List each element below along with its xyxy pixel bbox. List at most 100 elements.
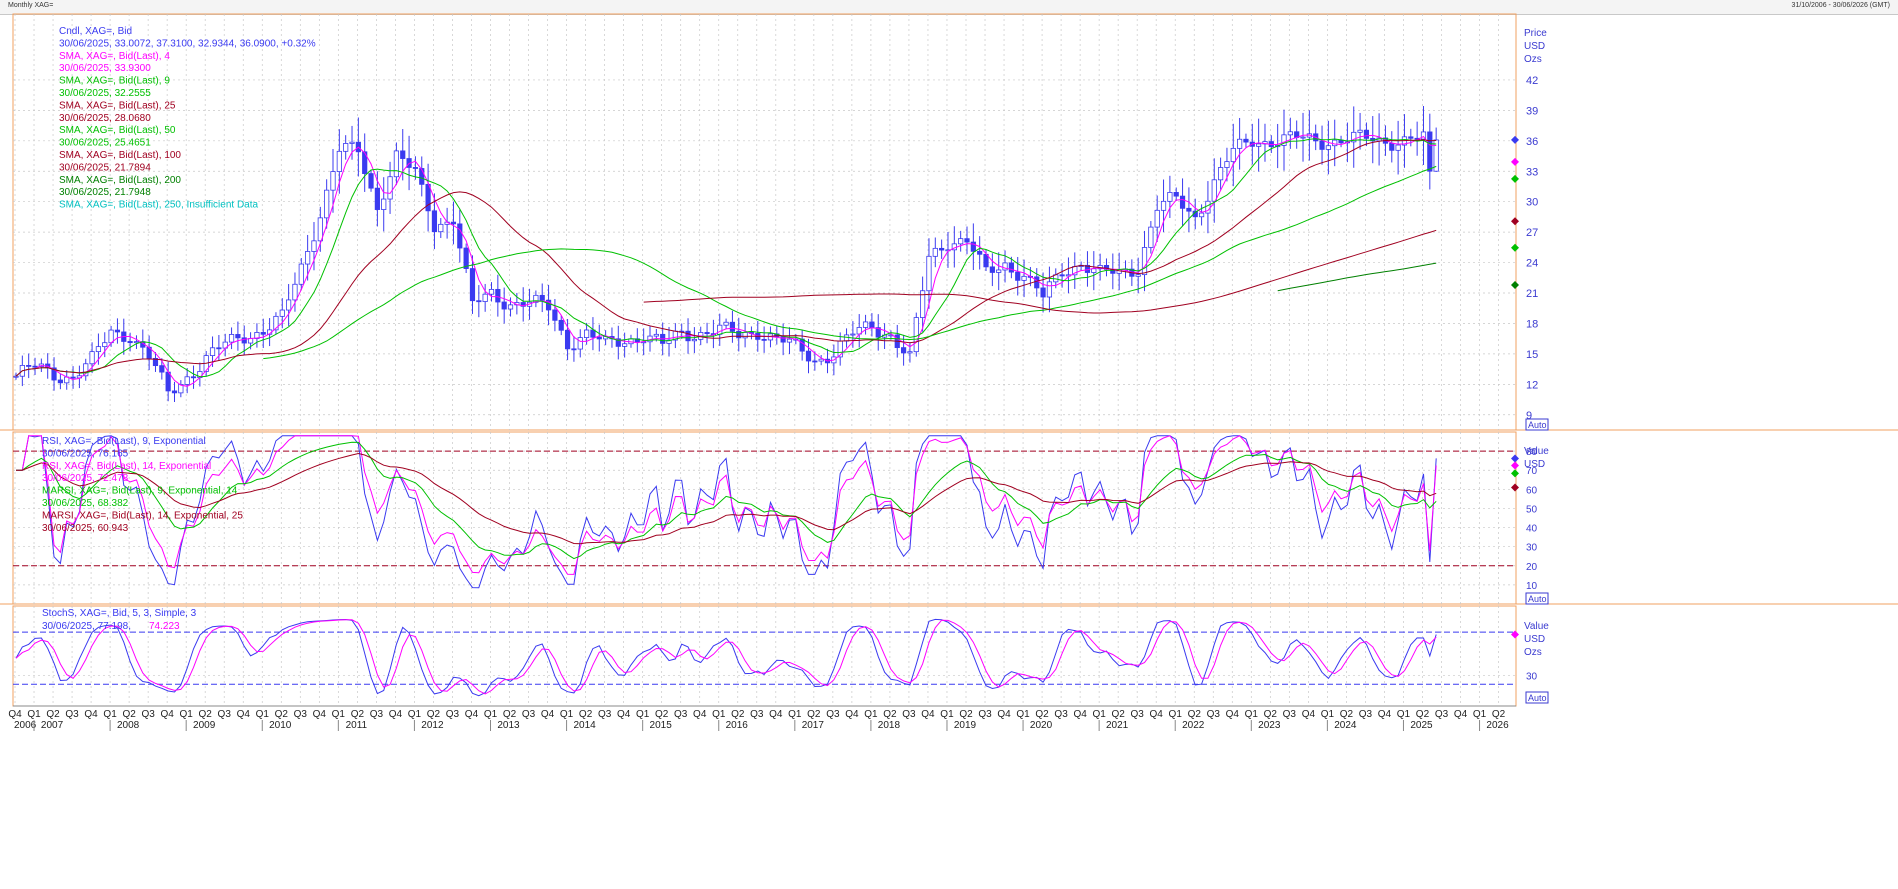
quarter-label: Q3 — [370, 709, 384, 720]
quarter-label: Q4 — [1302, 709, 1316, 720]
candle-body — [1230, 147, 1236, 163]
year-label: 2008 — [117, 720, 140, 731]
candle-body — [850, 333, 856, 336]
candle-body — [1408, 136, 1414, 139]
candle-body — [235, 334, 241, 339]
candle-body — [57, 379, 63, 384]
rsi-legend-label: MARSI, XAG=, Bid(Last), 9, Exponential, … — [42, 486, 238, 497]
quarter-label: Q1 — [27, 709, 41, 720]
candle-body — [70, 376, 76, 379]
candles-group — [13, 106, 1439, 402]
candle-body — [926, 255, 932, 292]
quarter-label: Q4 — [1073, 709, 1087, 720]
candle-body — [843, 334, 850, 342]
quarter-label: Q3 — [978, 709, 992, 720]
candle-body — [425, 183, 431, 212]
quarter-label: Q3 — [65, 709, 79, 720]
candle-body — [482, 293, 488, 302]
candle-body — [723, 321, 729, 326]
quarter-label: Q2 — [959, 709, 973, 720]
candle-body — [387, 176, 393, 200]
candle-body — [349, 141, 355, 144]
candle-body — [812, 360, 818, 363]
quarter-label: Q4 — [84, 709, 98, 720]
stoch-legend-label: StochS, XAG=, Bid, 5, 3, Simple, 3 — [42, 608, 197, 619]
price-tick-label: 36 — [1526, 136, 1538, 148]
quarter-label: Q3 — [218, 709, 232, 720]
rsi-tick-label: 60 — [1526, 485, 1538, 496]
candle-body — [1173, 192, 1179, 197]
price-legend-value: 30/06/2025, 21.7948 — [59, 187, 151, 198]
candle-body — [89, 351, 95, 365]
candle-body — [1198, 212, 1205, 218]
stoch-axis-header: USD — [1524, 634, 1545, 645]
candle-body — [862, 321, 869, 328]
candle-body — [564, 329, 571, 350]
price-tick-label: 12 — [1526, 379, 1538, 391]
candle-body — [114, 329, 121, 333]
close-marker — [1511, 135, 1519, 144]
stoch-tick-label: 30 — [1526, 672, 1538, 683]
stoch-axis-header: Ozs — [1524, 647, 1542, 658]
candle-body — [691, 338, 697, 342]
stoch-axis-header: Value — [1524, 621, 1549, 632]
quarter-label: Q3 — [522, 709, 536, 720]
quarter-label: Q1 — [1245, 709, 1259, 720]
year-label: 2022 — [1182, 720, 1205, 731]
quarter-label: Q3 — [598, 709, 612, 720]
stoch-legend-value-k: 30/06/2025, 77.198, — [42, 621, 131, 632]
candle-body — [939, 247, 945, 251]
candle-body — [13, 375, 19, 378]
candle-body — [1135, 274, 1141, 277]
candle-body — [438, 223, 444, 233]
candle-body — [1243, 138, 1249, 143]
quarter-label: Q1 — [712, 709, 726, 720]
price-legend-value: 30/06/2025, 21.7894 — [59, 162, 151, 173]
candle-body — [1287, 131, 1293, 136]
year-label: 2010 — [269, 720, 292, 731]
candle-body — [1389, 142, 1395, 151]
quarter-label: Q3 — [1207, 709, 1221, 720]
price-chart-svg[interactable]: 91215182124273033363942PriceUSDOzsAuto10… — [0, 0, 1898, 889]
quarter-label: Q3 — [294, 709, 308, 720]
candle-body — [1015, 271, 1021, 281]
rsi-tick-label: 40 — [1526, 524, 1538, 535]
quarter-label: Q2 — [1416, 709, 1430, 720]
candle-body — [216, 347, 222, 350]
candle-body — [476, 300, 482, 303]
quarter-label: Q1 — [180, 709, 194, 720]
candle-body — [171, 390, 178, 394]
quarter-label: Q1 — [864, 709, 878, 720]
candle-body — [717, 324, 723, 335]
quarter-label: Q3 — [902, 709, 916, 720]
quarter-label: Q4 — [845, 709, 859, 720]
rsi-legend-value: 30/06/2025, 72.478 — [42, 473, 129, 484]
auto-scale-label: Auto — [1528, 594, 1547, 604]
rsi-legend-value: 30/06/2025, 68.382 — [42, 498, 129, 509]
candle-body — [374, 187, 380, 210]
quarter-label: Q4 — [1378, 709, 1392, 720]
candle-body — [190, 376, 197, 379]
quarter-label: Q4 — [997, 709, 1011, 720]
candle-body — [761, 338, 767, 341]
year-label: 2006 — [14, 720, 37, 731]
candle-body — [584, 329, 590, 338]
price-legend-value: 30/06/2025, 25.4651 — [59, 138, 151, 149]
candle-body — [450, 221, 457, 225]
candle-body — [305, 251, 311, 265]
candle-body — [343, 143, 349, 152]
candle-body — [1325, 145, 1331, 150]
candle-body — [1154, 209, 1160, 228]
quarter-label: Q3 — [674, 709, 688, 720]
candle-body — [419, 168, 425, 185]
quarter-label: Q2 — [731, 709, 745, 720]
quarter-label: Q1 — [256, 709, 270, 720]
candle-body — [95, 346, 102, 353]
candle-body — [260, 332, 266, 335]
candle-body — [1059, 274, 1065, 277]
sma-100-line — [643, 229, 1437, 314]
candle-body — [558, 319, 564, 331]
candle-body — [228, 334, 235, 343]
candle-body — [279, 309, 285, 317]
quarter-label: Q4 — [1226, 709, 1240, 720]
